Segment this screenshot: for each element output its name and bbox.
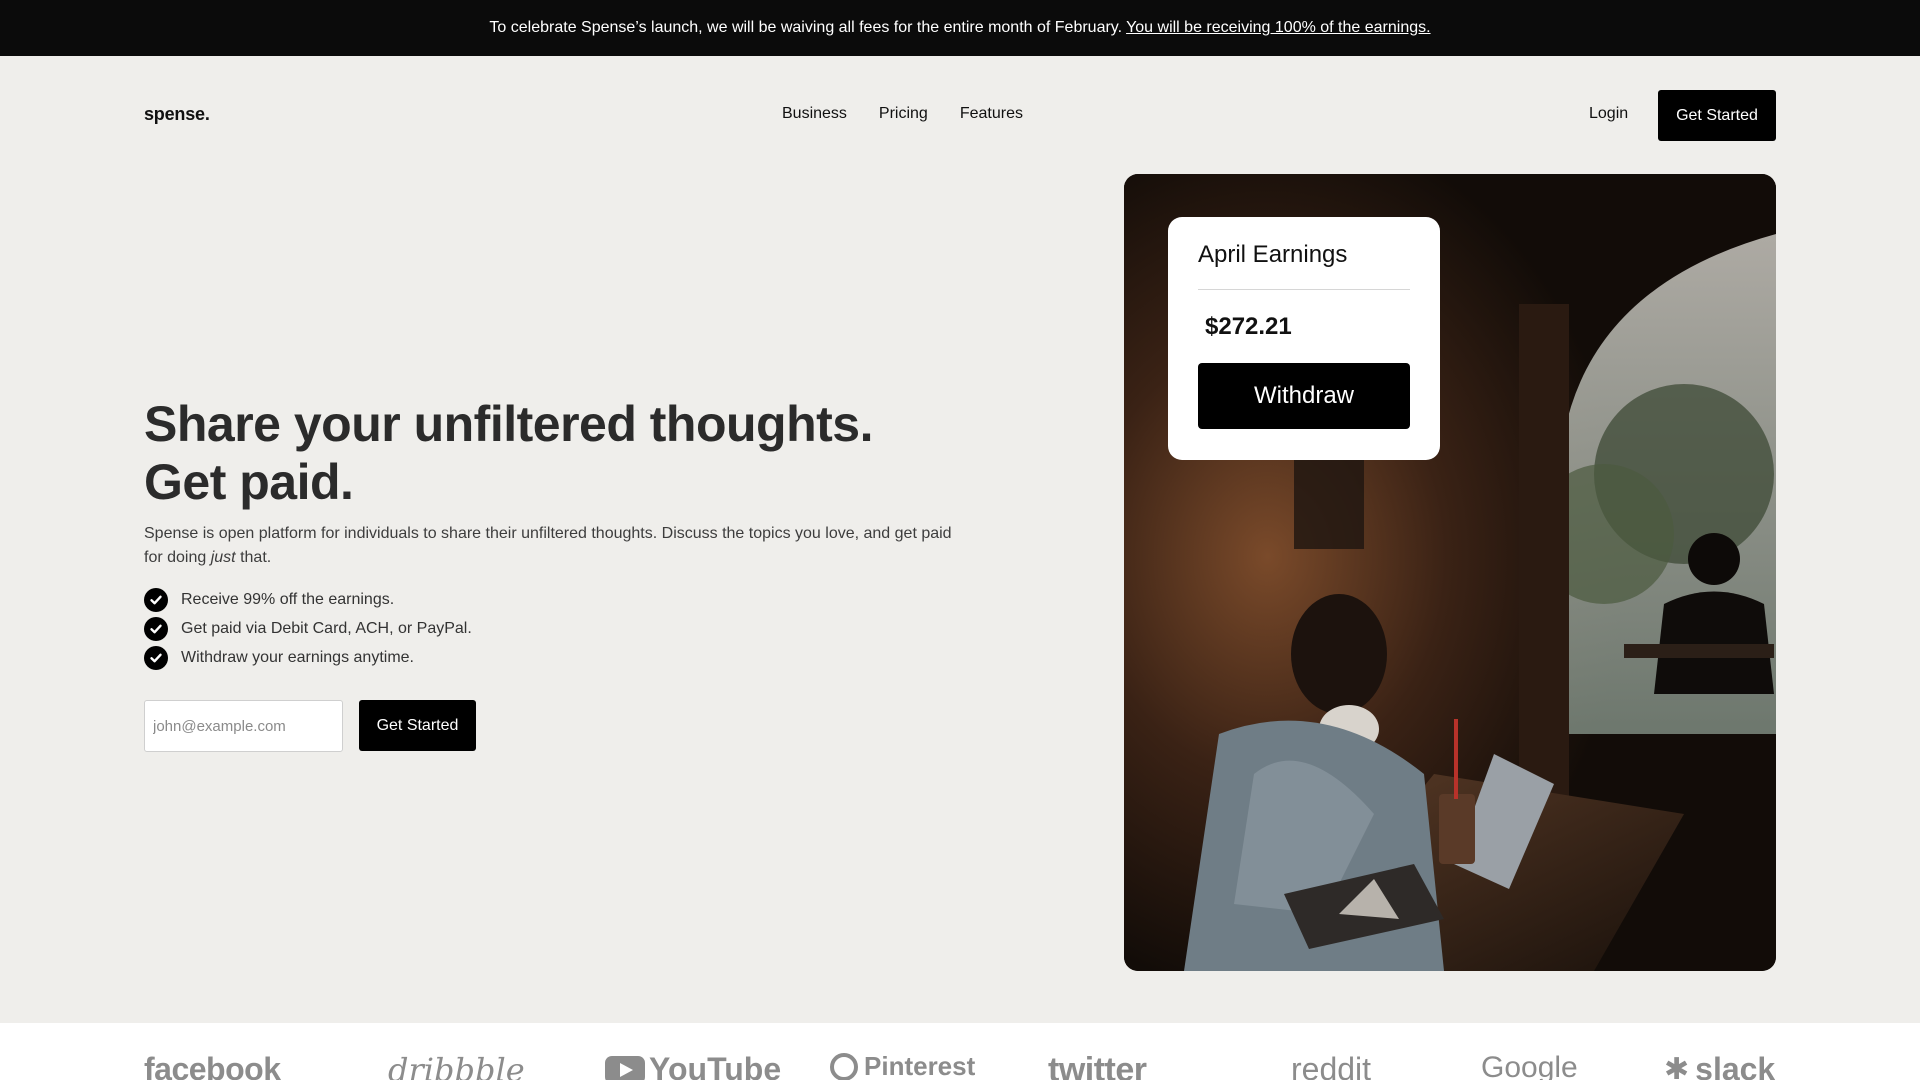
nav-link-features[interactable]: Features	[960, 105, 1023, 123]
pinterest-icon	[830, 1052, 858, 1080]
hero-description-emphasis: just	[210, 549, 236, 566]
dribbble-logo: dribbble	[388, 1051, 525, 1080]
youtube-logo: YouTube	[605, 1051, 781, 1080]
benefits-list: Receive 99% off the earnings. Get paid v…	[144, 585, 472, 672]
google-logo: Google	[1481, 1051, 1578, 1080]
email-input[interactable]	[144, 700, 343, 752]
check-icon	[144, 616, 168, 641]
benefit-text: Get paid via Debit Card, ACH, or PayPal.	[181, 619, 472, 637]
youtube-wordmark: YouTube	[649, 1051, 782, 1080]
hero-title: Share your unfiltered thoughts. Get paid…	[144, 396, 873, 510]
pinterest-logo: Pinterest	[830, 1051, 975, 1080]
nav-link-business[interactable]: Business	[782, 105, 847, 123]
hero-description-end: that.	[235, 549, 272, 566]
reddit-logo: reddit	[1291, 1051, 1372, 1080]
nav-link-pricing[interactable]: Pricing	[879, 105, 928, 123]
announcement-text: To celebrate Spense’s launch, we will be…	[489, 19, 1123, 36]
twitter-logo: twitter	[1048, 1051, 1147, 1080]
login-link[interactable]: Login	[1589, 105, 1628, 123]
slack-logo: ✱ slack	[1664, 1051, 1775, 1080]
benefit-item: Receive 99% off the earnings.	[144, 585, 472, 614]
earnings-divider	[1198, 289, 1410, 290]
check-icon	[144, 587, 168, 612]
slack-icon: ✱	[1664, 1053, 1690, 1080]
announcement-bar: To celebrate Spense’s launch, we will be…	[0, 0, 1920, 56]
check-icon	[144, 645, 168, 670]
slack-wordmark: slack	[1695, 1051, 1776, 1080]
withdraw-button[interactable]: Withdraw	[1198, 363, 1410, 429]
nav-get-started-button[interactable]: Get Started	[1658, 90, 1776, 141]
benefit-item: Withdraw your earnings anytime.	[144, 643, 472, 672]
earnings-card: April Earnings $272.21 Withdraw	[1168, 217, 1440, 460]
hero-description: Spense is open platform for individuals …	[144, 522, 974, 570]
benefit-text: Receive 99% off the earnings.	[181, 590, 395, 608]
facebook-logo: facebook	[144, 1051, 281, 1080]
hero-get-started-button[interactable]: Get Started	[359, 700, 476, 751]
benefit-item: Get paid via Debit Card, ACH, or PayPal.	[144, 614, 472, 643]
benefit-text: Withdraw your earnings anytime.	[181, 648, 414, 666]
partner-logos: facebook dribbble YouTube Pinterest twit…	[0, 1023, 1920, 1080]
earnings-title: April Earnings	[1198, 241, 1348, 268]
youtube-play-icon	[605, 1055, 645, 1080]
logo[interactable]: spense.	[144, 104, 210, 125]
main-nav: Business Pricing Features	[782, 105, 1023, 123]
announcement-link[interactable]: You will be receiving 100% of the earnin…	[1126, 19, 1431, 37]
pinterest-wordmark: Pinterest	[864, 1051, 976, 1080]
earnings-amount: $272.21	[1205, 313, 1292, 340]
